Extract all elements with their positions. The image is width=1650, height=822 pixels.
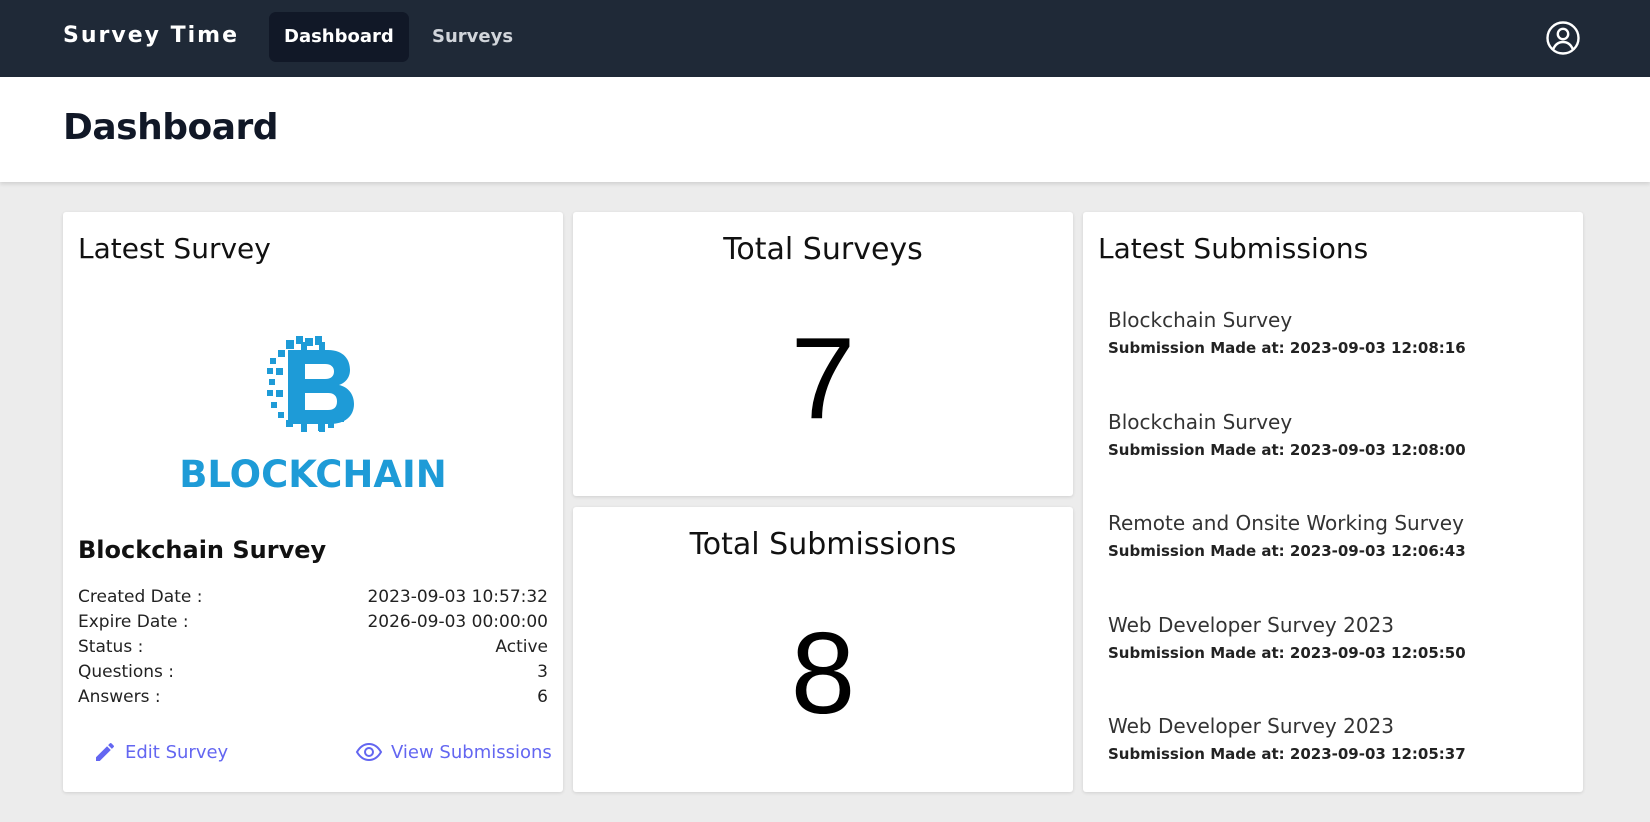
blockchain-logo-image: BLOCKCHAIN [179, 336, 447, 496]
brand-logo[interactable]: Survey Time [63, 23, 239, 48]
user-circle-icon [1546, 21, 1580, 55]
view-submissions-label: View Submissions [391, 741, 552, 763]
total-surveys-label: Total Surveys [723, 232, 923, 267]
submission-title: Blockchain Survey [1108, 308, 1293, 332]
survey-actions: Edit Survey View Submissions [63, 734, 563, 774]
latest-submissions-card: Latest Submissions Blockchain Survey Sub… [1083, 212, 1583, 792]
page-title: Dashboard [63, 107, 279, 148]
meta-row-questions: Questions : 3 [78, 660, 548, 685]
nav-tab-surveys[interactable]: Surveys [417, 12, 528, 62]
submission-item[interactable]: Web Developer Survey 2023 Submission Mad… [1108, 712, 1568, 814]
meta-label: Questions : [78, 662, 175, 682]
meta-value: 3 [537, 662, 548, 682]
nav-tab-dashboard[interactable]: Dashboard [269, 12, 409, 62]
submission-timestamp: Submission Made at: 2023-09-03 12:05:37 [1108, 745, 1466, 763]
survey-name: Blockchain Survey [78, 536, 327, 564]
meta-label: Answers : [78, 687, 161, 707]
edit-survey-label: Edit Survey [125, 741, 229, 763]
submission-item[interactable]: Blockchain Survey Submission Made at: 20… [1108, 408, 1568, 510]
total-surveys-value: 7 [790, 313, 856, 443]
submission-timestamp: Submission Made at: 2023-09-03 12:08:16 [1108, 339, 1466, 357]
latest-submissions-heading: Latest Submissions [1098, 232, 1369, 265]
bitcoin-b-icon [267, 336, 354, 432]
blockchain-logo-text: BLOCKCHAIN [179, 453, 447, 496]
total-submissions-card: Total Submissions 8 [573, 507, 1073, 792]
meta-row-answers: Answers : 6 [78, 685, 548, 710]
submission-item[interactable]: Blockchain Survey Submission Made at: 20… [1108, 306, 1568, 408]
meta-row-expire: Expire Date : 2026-09-03 00:00:00 [78, 610, 548, 635]
edit-survey-button[interactable]: Edit Survey [93, 734, 228, 770]
meta-label: Expire Date : [78, 612, 189, 632]
submission-timestamp: Submission Made at: 2023-09-03 12:05:50 [1108, 643, 1466, 662]
meta-label: Created Date : [78, 587, 203, 607]
submission-item[interactable]: Web Developer Survey 2023 Submission Mad… [1108, 611, 1568, 713]
latest-survey-heading: Latest Survey [78, 232, 271, 265]
submission-title: Blockchain Survey [1108, 409, 1293, 434]
submissions-list: Blockchain Survey Submission Made at: 20… [1108, 306, 1568, 814]
total-submissions-label: Total Submissions [689, 527, 957, 562]
submission-timestamp: Submission Made at: 2023-09-03 12:08:00 [1108, 440, 1466, 459]
submission-title: Web Developer Survey 2023 [1108, 714, 1395, 738]
survey-meta: Created Date : 2023-09-03 10:57:32 Expir… [78, 585, 548, 710]
total-submissions-value: 8 [790, 608, 856, 738]
meta-row-created: Created Date : 2023-09-03 10:57:32 [78, 585, 548, 610]
meta-value: 2023-09-03 10:57:32 [367, 587, 548, 607]
user-menu-button[interactable] [1545, 20, 1581, 56]
meta-row-status: Status : Active [78, 635, 548, 660]
submission-item[interactable]: Remote and Onsite Working Survey Submiss… [1108, 509, 1568, 611]
pencil-icon [96, 742, 115, 761]
latest-survey-card: Latest Survey BLOCKCHAIN Blockchain Surv… [63, 212, 563, 792]
submission-title: Web Developer Survey 2023 [1108, 612, 1395, 637]
submission-title: Remote and Onsite Working Survey [1108, 511, 1464, 535]
meta-value: 6 [537, 687, 548, 707]
submission-timestamp: Submission Made at: 2023-09-03 12:06:43 [1108, 542, 1466, 560]
page-header: Dashboard [0, 77, 1650, 182]
meta-value: 2026-09-03 00:00:00 [367, 612, 548, 632]
top-navbar: Survey Time Dashboard Surveys [0, 0, 1650, 77]
view-submissions-button[interactable]: View Submissions [355, 734, 552, 770]
meta-label: Status : [78, 637, 144, 657]
eye-icon [355, 742, 383, 762]
meta-value: Active [495, 637, 548, 657]
total-surveys-card: Total Surveys 7 [573, 212, 1073, 496]
